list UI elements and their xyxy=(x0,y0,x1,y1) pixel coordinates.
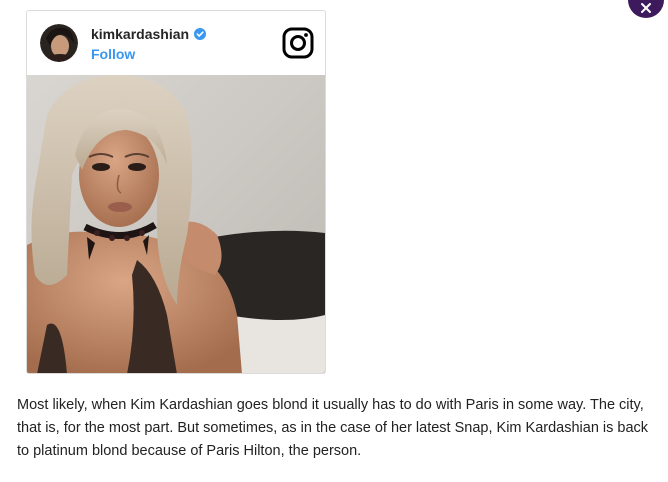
avatar[interactable] xyxy=(40,24,78,62)
close-icon xyxy=(641,3,651,13)
username-row: kimkardashian xyxy=(91,26,207,42)
close-button[interactable] xyxy=(628,0,664,18)
page: kimkardashian Follow Most likely, when K… xyxy=(0,0,668,482)
instagram-icon[interactable] xyxy=(282,27,314,59)
follow-button[interactable]: Follow xyxy=(91,46,135,62)
instagram-embed: kimkardashian Follow xyxy=(26,10,326,374)
verified-badge-icon xyxy=(194,28,207,40)
article-paragraph: Most likely, when Kim Kardashian goes bl… xyxy=(17,397,649,459)
post-photo[interactable] xyxy=(27,75,325,373)
avatar-image xyxy=(40,24,78,62)
username-link[interactable]: kimkardashian xyxy=(91,26,189,42)
post-photo-image xyxy=(27,75,325,373)
embed-header: kimkardashian Follow xyxy=(27,11,325,75)
